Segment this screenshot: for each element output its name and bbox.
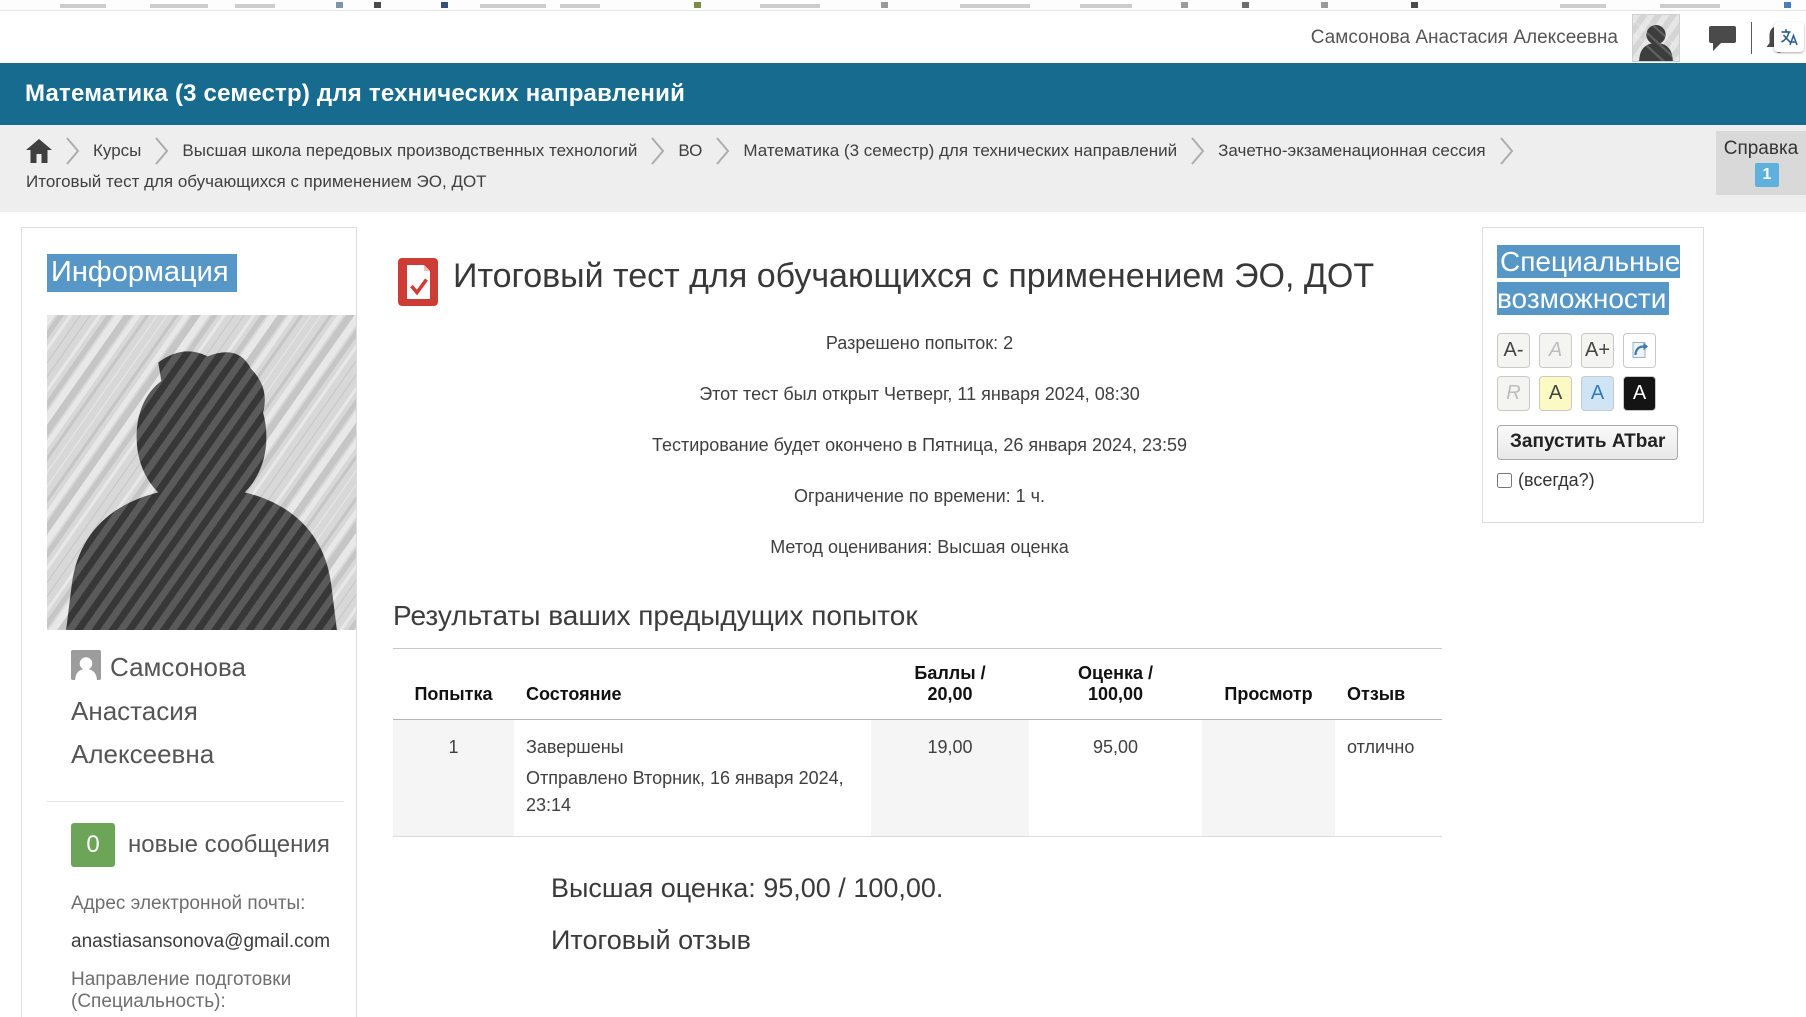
column-header-state: Состояние: [514, 649, 871, 720]
help-badge: 1: [1755, 163, 1779, 187]
page-refresh-icon: [1630, 340, 1650, 360]
font-smaller-button[interactable]: A-: [1497, 333, 1530, 368]
messages-icon[interactable]: [1708, 24, 1737, 51]
attempt-marks-cell: 19,00: [871, 720, 1029, 837]
chevron-right-icon: [650, 134, 665, 168]
column-header-marks: Баллы / 20,00: [871, 649, 1029, 720]
quiz-grading-method: Метод оценивания: Высшая оценка: [393, 537, 1446, 558]
course-title: Математика (3 семестр) для технических н…: [25, 80, 685, 108]
quiz-icon: [398, 258, 438, 311]
highest-grade: Высшая оценка: 95,00 / 100,00.: [551, 873, 1446, 904]
quiz-close-date: Тестирование будет окончено в Пятница, 2…: [393, 435, 1446, 456]
attempt-grade-cell: 95,00: [1029, 720, 1202, 837]
scheme-yellow-button[interactable]: A: [1539, 376, 1572, 411]
course-header: Математика (3 семестр) для технических н…: [0, 63, 1806, 125]
messages-count-badge: 0: [71, 823, 115, 867]
help-label[interactable]: Справка: [1724, 138, 1799, 160]
accessibility-title: Специальные возможности: [1497, 245, 1680, 315]
person-silhouette-icon: [1633, 20, 1679, 61]
quiz-open-date: Этот тест был открыт Четверг, 11 января …: [393, 384, 1446, 405]
attempt-state: Завершены: [526, 737, 859, 758]
help-tab[interactable]: Справка 1: [1716, 131, 1806, 195]
column-header-grade: Оценка / 100,00: [1029, 649, 1202, 720]
breadcrumb-item-courses[interactable]: Курсы: [93, 141, 141, 161]
scheme-default-icon-button[interactable]: [1623, 333, 1656, 368]
browser-bookmarks-strip: [0, 0, 1806, 11]
atbar-always-checkbox[interactable]: [1497, 473, 1512, 488]
chevron-right-icon: [154, 134, 169, 168]
breadcrumb-item-session[interactable]: Зачетно-экзаменационная сессия: [1218, 141, 1485, 161]
email-value: anastiasansonova@gmail.com: [71, 931, 342, 953]
column-header-review: Просмотр: [1202, 649, 1335, 720]
chevron-right-icon: [65, 134, 80, 168]
attempt-feedback-cell: отлично: [1335, 720, 1442, 837]
accessibility-block: Специальные возможности A- A A+ R A A A …: [1482, 227, 1704, 523]
translate-icon[interactable]: [1774, 22, 1804, 52]
main-content: Итоговый тест для обучающихся с применен…: [393, 227, 1446, 956]
email-label: Адрес электронной почты:: [71, 893, 342, 915]
user-name[interactable]: Самсонова Анастасия Алексеевна: [1311, 27, 1618, 49]
font-larger-button[interactable]: A+: [1581, 333, 1614, 368]
quiz-time-limit: Ограничение по времени: 1 ч.: [393, 486, 1446, 507]
breadcrumb-item-school[interactable]: Высшая школа передовых производственных …: [182, 141, 637, 161]
divider: [47, 801, 344, 802]
chevron-right-icon: [715, 134, 730, 168]
profile-user-line: Самсонова Анастасия Алексеевна: [71, 646, 344, 777]
scheme-blue-button[interactable]: A: [1581, 376, 1614, 411]
attempt-review-cell: [1202, 720, 1335, 837]
info-sidebar: Информация Самсонова Анастасия Алексеевн…: [21, 227, 357, 1017]
user-bar: Самсонова Анастасия Алексеевна: [0, 12, 1806, 63]
column-header-attempt: Попытка: [393, 649, 514, 720]
info-sidebar-title: Информация: [47, 254, 237, 292]
atbar-always-label: (всегда?): [1518, 470, 1595, 491]
quiz-title: Итоговый тест для обучающихся с применен…: [453, 254, 1374, 311]
user-avatar[interactable]: [1632, 14, 1680, 62]
person-icon: [71, 650, 101, 680]
quiz-attempts-allowed: Разрешено попыток: 2: [393, 333, 1446, 354]
chevron-right-icon: [1499, 134, 1514, 168]
launch-atbar-button[interactable]: Запустить ATbar: [1497, 425, 1678, 460]
messages-line: 0 новые сообщения: [71, 823, 356, 867]
font-reset-button[interactable]: A: [1539, 333, 1572, 368]
breadcrumb-current-page: Итоговый тест для обучающихся с применен…: [0, 168, 1806, 192]
table-row: 1 Завершены Отправлено Вторник, 16 январ…: [393, 720, 1442, 837]
home-icon[interactable]: [26, 139, 52, 163]
results-heading: Результаты ваших предыдущих попыток: [393, 600, 1446, 632]
messages-label[interactable]: новые сообщения: [128, 831, 330, 859]
topbar-divider: [1751, 22, 1752, 54]
quiz-info: Разрешено попыток: 2 Этот тест был откры…: [393, 333, 1446, 558]
breadcrumb-item-vo[interactable]: ВО: [678, 141, 702, 161]
breadcrumb-item-course[interactable]: Математика (3 семестр) для технических н…: [743, 141, 1177, 161]
final-feedback-heading: Итоговый отзыв: [551, 925, 1446, 956]
attempt-submitted: Отправлено Вторник, 16 января 2024, 23:1…: [526, 765, 859, 819]
profile-details: Адрес электронной почты: anastiasansonov…: [71, 893, 342, 1017]
chevron-right-icon: [1190, 134, 1205, 168]
profile-photo: [47, 315, 356, 630]
page: Самсонова Анастасия Алексеевна Математик…: [0, 0, 1806, 1017]
column-header-feedback: Отзыв: [1335, 649, 1442, 720]
speciality-label: Направление подготовки (Специальность):: [71, 969, 342, 1013]
attempt-number-cell: 1: [393, 720, 514, 837]
attempt-state-cell: Завершены Отправлено Вторник, 16 января …: [514, 720, 871, 837]
scheme-reset-button[interactable]: R: [1497, 376, 1530, 411]
breadcrumb: Курсы Высшая школа передовых производств…: [0, 125, 1806, 212]
scheme-dark-button[interactable]: A: [1623, 376, 1656, 411]
results-table: Попытка Состояние Баллы / 20,00 Оценка /…: [393, 648, 1442, 837]
